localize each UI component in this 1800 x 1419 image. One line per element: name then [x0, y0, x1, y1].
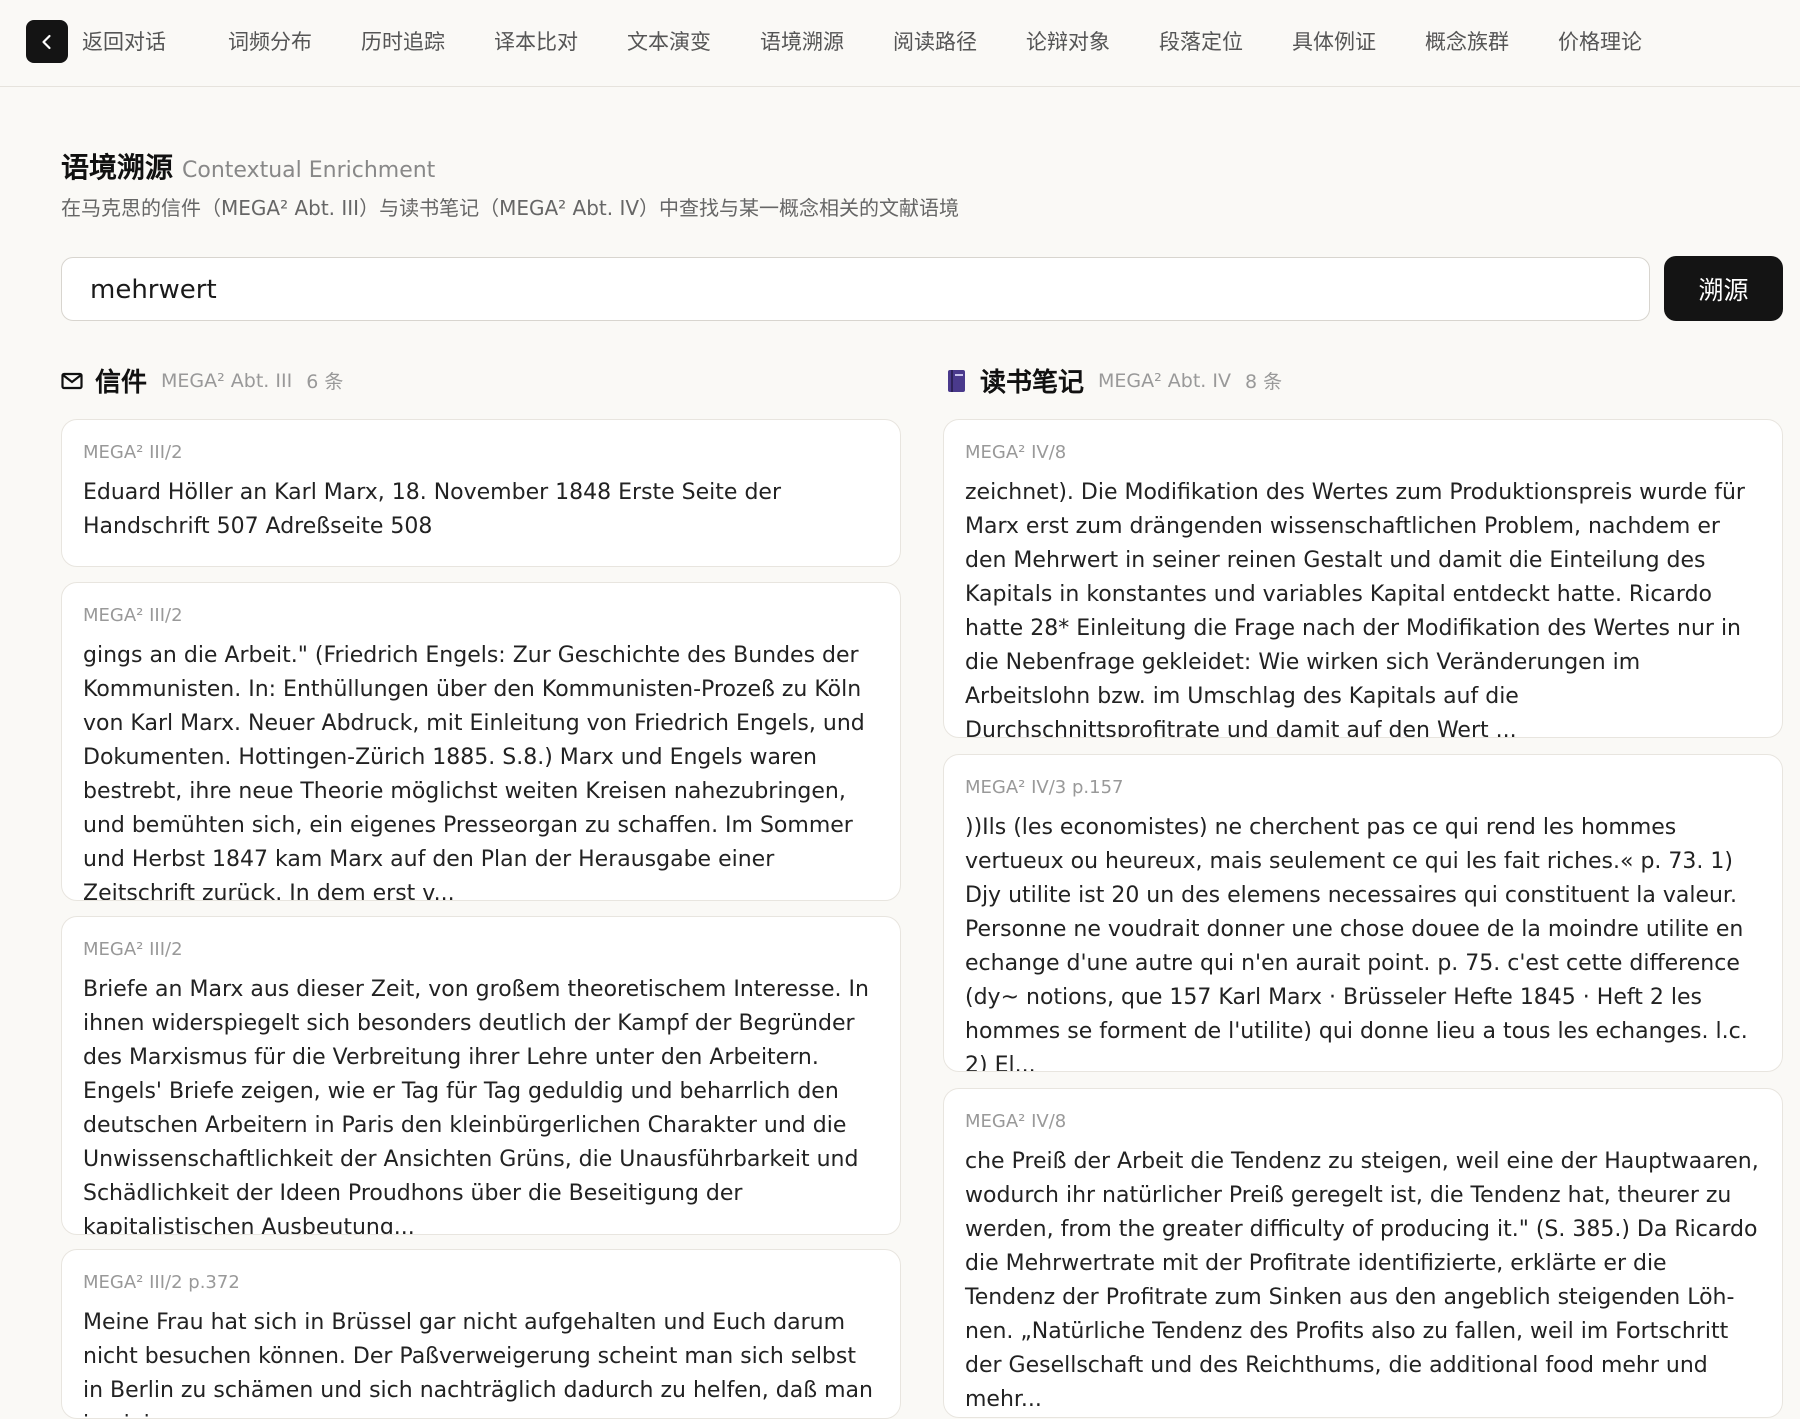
card-source: MEGA² III/2 [83, 939, 183, 960]
page-description: 在马克思的信件（MEGA² Abt. III）与读书笔记（MEGA² Abt. … [61, 196, 960, 220]
tab-passage-locate[interactable]: 段落定位 [1159, 27, 1243, 57]
card-source: MEGA² IV/8 [965, 1111, 1067, 1132]
note-card[interactable]: MEGA² IV/8 zeichnet). Die Modifikation d… [943, 419, 1783, 738]
card-excerpt: Briefe an Marx aus dieser Zeit, von groß… [83, 977, 869, 1235]
note-card[interactable]: MEGA² IV/8 che Preiß der Arbeit die Tend… [943, 1088, 1783, 1418]
card-source: MEGA² III/2 [83, 605, 183, 626]
tab-polemic-targets[interactable]: 论辩对象 [1026, 27, 1110, 57]
tab-diachronic-tracking[interactable]: 历时追踪 [361, 27, 445, 57]
page-heading: 语境溯源 Contextual Enrichment [61, 146, 435, 186]
search-button[interactable]: 溯源 [1664, 256, 1783, 321]
card-source: MEGA² III/2 [83, 442, 183, 463]
mail-icon [61, 369, 85, 393]
letters-header: 信件 MEGA² Abt. III 6 条 [61, 362, 343, 399]
tab-concept-clusters[interactable]: 概念族群 [1425, 27, 1509, 57]
letter-card[interactable]: MEGA² III/2 gings an die Arbeit." (Fried… [61, 582, 901, 901]
card-source: MEGA² IV/3 p.157 [965, 777, 1124, 798]
notes-title: 读书笔记 [980, 368, 1085, 398]
card-excerpt: ))Ils (les economistes) ne cherchent pas… [965, 815, 1748, 1072]
letters-title: 信件 [95, 368, 148, 398]
page-title: 语境溯源 [61, 151, 174, 184]
notes-source-label: MEGA² Abt. IV [1098, 369, 1231, 392]
search-input[interactable]: mehrwert [61, 257, 1650, 321]
card-excerpt: zeichnet). Die Modifikation des Wertes z… [965, 480, 1745, 738]
card-excerpt: che Preiß der Arbeit die Tendenz zu stei… [965, 1149, 1759, 1412]
tab-concrete-examples[interactable]: 具体例证 [1292, 27, 1376, 57]
back-label[interactable]: 返回对话 [82, 27, 166, 57]
tab-translation-comparison[interactable]: 译本比对 [494, 27, 578, 57]
letter-card[interactable]: MEGA² III/2 Eduard Höller an Karl Marx, … [61, 419, 901, 567]
letters-source-label: MEGA² Abt. III [161, 369, 293, 392]
letters-count: 6 条 [306, 371, 344, 393]
notes-count: 8 条 [1244, 371, 1283, 393]
tool-tabs: 词频分布 历时追踪 译本比对 文本演变 语境溯源 阅读路径 论辩对象 段落定位 … [228, 27, 1691, 57]
book-icon [946, 369, 970, 393]
card-source: MEGA² III/2 p.372 [83, 1272, 240, 1293]
page-subtitle: Contextual Enrichment [182, 158, 436, 183]
tab-word-frequency[interactable]: 词频分布 [228, 27, 312, 57]
card-excerpt: Eduard Höller an Karl Marx, 18. November… [83, 480, 781, 539]
notes-header: 读书笔记 MEGA² Abt. IV 8 条 [946, 362, 1282, 399]
tab-text-evolution[interactable]: 文本演变 [627, 27, 711, 57]
back-button[interactable] [26, 20, 68, 63]
card-excerpt: Meine Frau hat sich in Brüssel gar nicht… [83, 1310, 873, 1418]
tab-reading-path[interactable]: 阅读路径 [893, 27, 977, 57]
letter-card[interactable]: MEGA² III/2 Briefe an Marx aus dieser Ze… [61, 916, 901, 1235]
chevron-left-icon [42, 34, 51, 49]
tab-contextual-enrichment[interactable]: 语境溯源 [760, 27, 844, 57]
card-excerpt: gings an die Arbeit." (Friedrich Engels:… [83, 643, 865, 901]
note-card[interactable]: MEGA² IV/3 p.157 ))Ils (les economistes)… [943, 754, 1783, 1072]
card-source: MEGA² IV/8 [965, 442, 1067, 463]
letter-card[interactable]: MEGA² III/2 p.372 Meine Frau hat sich in… [61, 1249, 901, 1419]
top-navigation-bar: 返回对话 词频分布 历时追踪 译本比对 文本演变 语境溯源 阅读路径 论辩对象 … [0, 0, 1800, 87]
tab-price-theory[interactable]: 价格理论 [1558, 27, 1642, 57]
